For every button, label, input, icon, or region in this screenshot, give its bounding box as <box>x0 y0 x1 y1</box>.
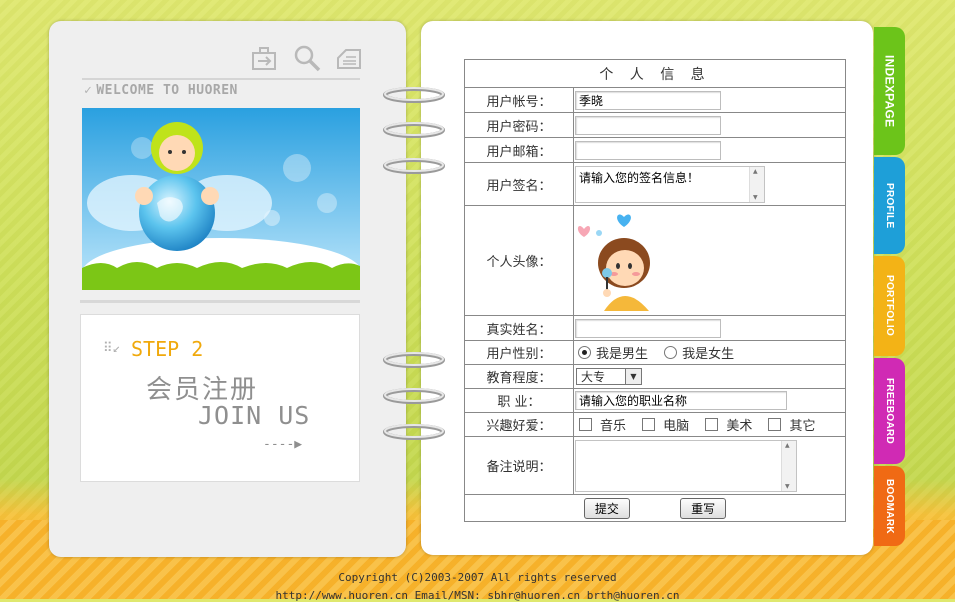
submit-button[interactable]: 提交 <box>583 497 630 519</box>
binder-ring <box>383 87 445 103</box>
hobby-checkbox-other[interactable] <box>768 418 782 431</box>
realname-label: 真实姓名： <box>464 315 574 341</box>
hobby-label: 兴趣好爱： <box>464 412 574 437</box>
binder-ring <box>383 158 445 174</box>
left-divider <box>80 300 360 303</box>
welcome-heading: ✓ WELCOME TO HUOREN <box>84 83 238 98</box>
avatar[interactable] <box>574 211 669 311</box>
avatar-label: 个人头像： <box>464 205 574 316</box>
form-title: 个 人 信 息 <box>464 59 846 88</box>
welcome-divider <box>82 78 360 80</box>
step-title-en: JOIN US <box>198 401 311 430</box>
gender-label: 用户性别： <box>464 340 574 365</box>
remark-label: 备注说明： <box>464 436 574 495</box>
step-label: STEP 2 <box>131 337 204 361</box>
education-select[interactable]: 大专 ▼ <box>576 368 642 385</box>
education-label: 教育程度： <box>464 364 574 389</box>
kid-globe-illustration <box>82 108 360 290</box>
hobby-checkbox-computer[interactable] <box>642 418 656 431</box>
realname-input[interactable] <box>575 318 721 338</box>
email-label: 用户邮箱： <box>464 137 574 163</box>
job-input[interactable]: 请输入您的职业名称 <box>575 391 787 410</box>
tab-profile[interactable]: PROFILE <box>874 157 905 254</box>
hobby-checkbox-art[interactable] <box>705 418 719 431</box>
hobby-computer-label: 电脑 <box>663 419 690 434</box>
account-input[interactable]: 季晓 <box>575 90 721 110</box>
dashed-arrow-icon: ----▶ <box>263 437 303 452</box>
signature-scrollbar[interactable] <box>749 166 764 202</box>
hobby-other-label: 其它 <box>789 419 816 434</box>
step-panel: ⠿↙ STEP 2 会员注册 JOIN US ----▶ <box>80 314 360 482</box>
binder-ring <box>383 122 445 138</box>
signature-text: 请输入您的签名信息！ <box>579 170 700 185</box>
binder-ring <box>383 352 445 368</box>
binder-ring <box>383 388 445 404</box>
welcome-text: WELCOME TO HUOREN <box>96 83 238 98</box>
gender-male-radio[interactable] <box>578 346 591 359</box>
remark-scrollbar[interactable] <box>781 440 796 491</box>
tab-portfolio[interactable]: PORTFOLIO <box>874 256 905 356</box>
password-label: 用户密码： <box>464 112 574 138</box>
gender-female-label: 我是女生 <box>682 347 735 362</box>
password-input[interactable] <box>575 115 721 135</box>
hobby-checkbox-music[interactable] <box>579 418 592 431</box>
tab-indexpage[interactable]: INDEXPAGE <box>874 27 905 155</box>
remark-textarea[interactable] <box>575 439 797 492</box>
top-icon-bar <box>249 43 365 73</box>
education-value: 大专 <box>581 370 606 384</box>
job-label: 职 业： <box>464 388 574 413</box>
login-icon[interactable] <box>249 43 281 73</box>
hobby-music-label: 音乐 <box>600 419 627 434</box>
gender-female-radio[interactable] <box>664 346 678 359</box>
footer-contact: http://www.huoren.cn Email/MSN: sbhr@huo… <box>275 589 680 602</box>
account-label: 用户帐号： <box>464 87 574 113</box>
signature-textarea[interactable]: 请输入您的签名信息！ <box>575 165 765 203</box>
gender-male-label: 我是男生 <box>596 347 649 362</box>
binder-ring <box>383 424 445 440</box>
tab-bookmark[interactable]: BOOMARK <box>874 466 905 546</box>
reset-button[interactable]: 重写 <box>680 497 727 519</box>
personal-info-form: 个 人 信 息 用户帐号： 季晓 用户密码： 用户邮箱： 用户签名： 请输入您的… <box>464 59 846 522</box>
hobby-art-label: 美术 <box>726 419 753 434</box>
email-input[interactable] <box>575 140 721 160</box>
chevron-down-icon[interactable]: ▼ <box>625 369 641 384</box>
signature-label: 用户签名： <box>464 162 574 206</box>
check-icon: ✓ <box>84 83 93 98</box>
step-arrow-icon: ⠿↙ <box>103 341 121 356</box>
search-icon[interactable] <box>291 43 323 73</box>
footer-copyright: Copyright (C)2003-2007 All rights reserv… <box>338 571 617 584</box>
notepad-icon[interactable] <box>333 43 365 73</box>
tab-freeboard[interactable]: FREEBOARD <box>874 358 905 464</box>
